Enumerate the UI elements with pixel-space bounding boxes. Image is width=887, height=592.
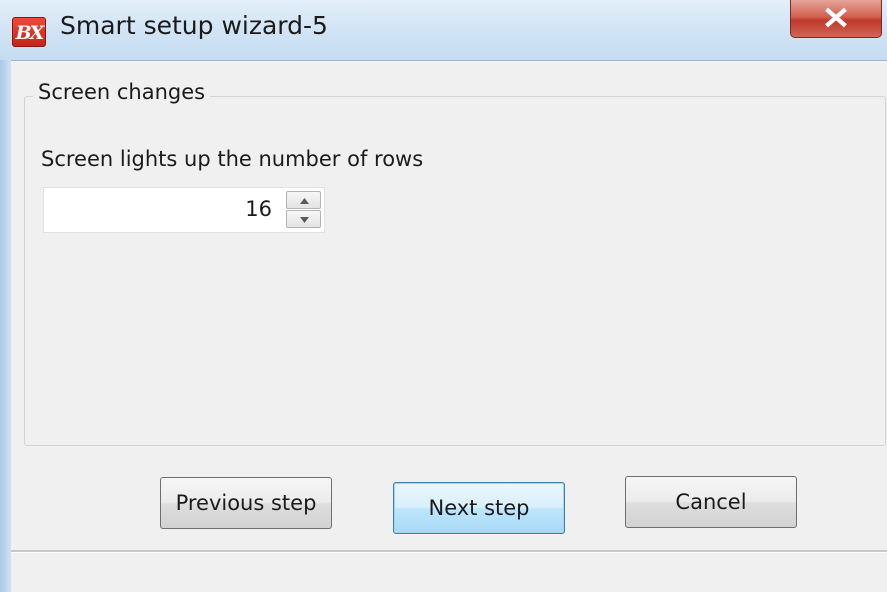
app-logo-icon: BX [12, 17, 46, 47]
arrow-up-icon [300, 198, 309, 204]
status-area [11, 553, 887, 592]
rows-value[interactable]: 16 [245, 197, 272, 221]
window-title: Smart setup wizard-5 [60, 11, 328, 40]
cancel-button[interactable]: Cancel [625, 476, 797, 528]
previous-step-button[interactable]: Previous step [160, 477, 332, 529]
wizard-body: Screen changes Screen lights up the numb… [11, 60, 887, 592]
wizard-window: BX Smart setup wizard-5 Screen changes S… [0, 0, 887, 592]
close-button[interactable] [790, 0, 882, 38]
next-step-button[interactable]: Next step [393, 482, 565, 534]
spin-up-button[interactable] [286, 191, 321, 209]
window-left-border [0, 0, 11, 592]
close-icon [825, 7, 847, 28]
rows-spinbox[interactable]: 16 [43, 187, 325, 233]
rows-label: Screen lights up the number of rows [41, 147, 424, 171]
group-title: Screen changes [33, 80, 211, 104]
spin-buttons [286, 191, 321, 229]
spin-down-button[interactable] [286, 210, 321, 228]
title-bar[interactable]: BX Smart setup wizard-5 [0, 0, 887, 60]
arrow-down-icon [300, 217, 309, 223]
